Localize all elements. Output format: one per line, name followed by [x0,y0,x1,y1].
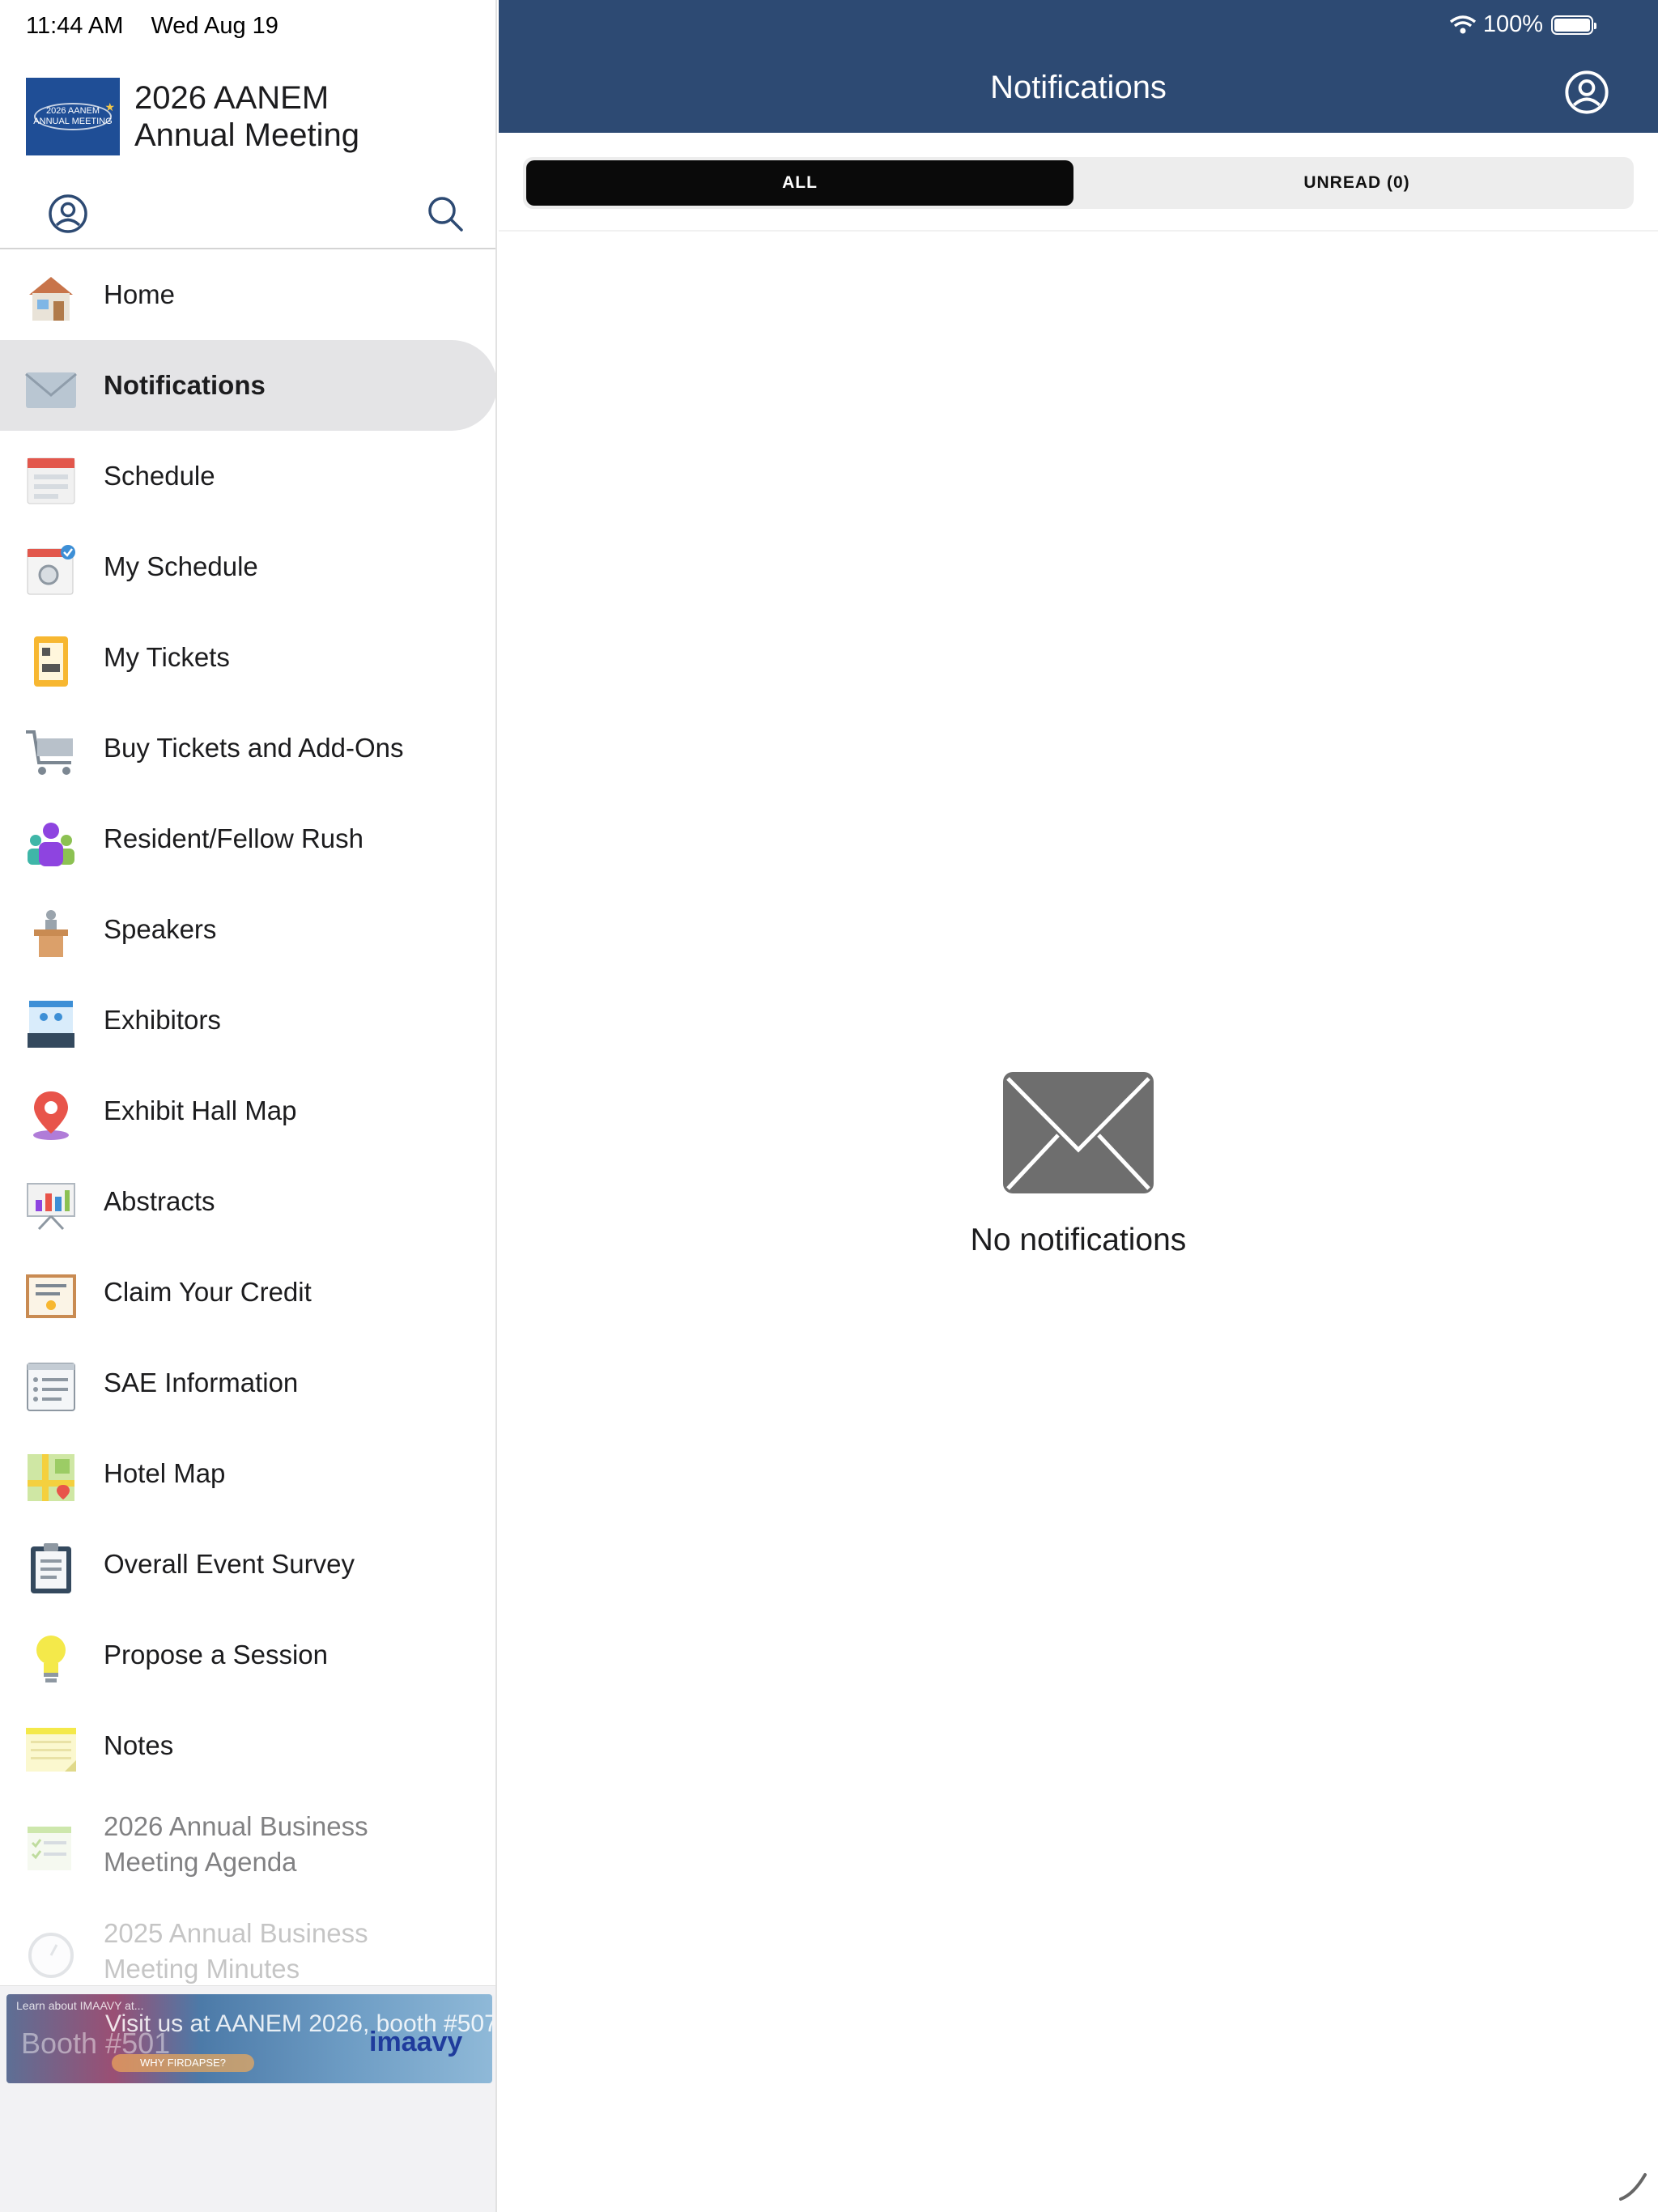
document-list-icon [27,1363,75,1411]
sidebar-footer: Learn about IMAAVY at... Booth #501 Visi… [0,1985,495,2212]
clock-icon [28,1933,74,1978]
sponsor-banner[interactable]: Learn about IMAAVY at... Booth #501 Visi… [6,1994,492,2083]
search-icon[interactable] [421,189,470,238]
page-title: Notifications [990,70,1167,105]
envelope-icon [25,372,77,408]
empty-state: No notifications [499,1072,1658,1258]
sidebar-item-exhibitors[interactable]: Exhibitors [0,975,495,1066]
people-icon [28,823,74,866]
profile-icon[interactable] [44,189,92,238]
checklist-icon [28,1827,71,1870]
sidebar-item-my-schedule[interactable]: My Schedule [0,521,495,612]
sidebar-item-notes[interactable]: Notes [0,1700,495,1791]
sidebar-item-abstracts[interactable]: Abstracts [0,1156,495,1247]
presentation-icon [27,1183,75,1231]
booth-icon [28,1001,74,1048]
empty-state-label: No notifications [970,1223,1187,1257]
main-panel: 100% Notifications ALL UNREAD (0) No not… [499,0,1658,2212]
notification-filter-tabs: ALL UNREAD (0) [523,157,1634,209]
sidebar-item-exhibit-hall-map[interactable]: Exhibit Hall Map [0,1066,495,1156]
app-logo: ★ 2026 AANEM ANNUAL MEETING [26,78,120,155]
sidebar-item-hotel-map[interactable]: Hotel Map [0,1428,495,1519]
app-header: ★ 2026 AANEM ANNUAL MEETING 2026 AANEM A… [26,78,377,155]
sidebar-item-propose-a-session[interactable]: Propose a Session [0,1610,495,1700]
scroll-indicator-icon [1619,2173,1647,2201]
sidebar-item-speakers[interactable]: Speakers [0,884,495,975]
battery-icon [1551,15,1596,35]
sidebar-item-buy-tickets[interactable]: Buy Tickets and Add-Ons [0,703,495,793]
cart-icon [26,730,73,775]
status-bar-right: 100% [1449,11,1596,38]
sidebar-item-resident-fellow-rush[interactable]: Resident/Fellow Rush [0,793,495,884]
calendar-check-icon [27,545,75,595]
account-icon[interactable] [1564,70,1609,115]
sidebar: 11:44 AM Wed Aug 19 ★ 2026 AANEM ANNUAL … [0,0,497,2212]
status-time: 11:44 AM [26,13,124,39]
house-icon [29,277,73,321]
sidebar-item-sae-information[interactable]: SAE Information [0,1338,495,1428]
tab-all[interactable]: ALL [526,160,1073,206]
battery-percentage: 100% [1482,11,1543,37]
clipboard-icon [31,1543,71,1593]
map-pin-icon [33,1091,69,1140]
sidebar-item-claim-your-credit[interactable]: Claim Your Credit [0,1247,495,1338]
divider [499,230,1658,232]
podium-icon [34,910,68,957]
tab-unread[interactable]: UNREAD (0) [1083,160,1630,206]
status-bar-left: 11:44 AM Wed Aug 19 [26,13,278,40]
sidebar-item-my-tickets[interactable]: My Tickets [0,612,495,703]
lightbulb-icon [36,1636,66,1682]
status-date: Wed Aug 19 [151,13,278,39]
wifi-icon [1449,15,1476,33]
sidebar-item-notifications[interactable]: Notifications [0,340,495,431]
sidebar-item-business-meeting-agenda[interactable]: 2026 Annual Business Meeting Agenda [0,1791,495,1898]
ticket-icon [34,636,68,687]
certificate-icon [26,1274,76,1318]
app-title: 2026 AANEM Annual Meeting [134,80,359,153]
banner-pill: WHY FIRDAPSE? [112,2054,254,2072]
sidebar-menu: Home Notifications Schedule My Schedule … [0,249,495,2005]
map-icon [28,1454,74,1501]
sidebar-item-schedule[interactable]: Schedule [0,431,495,521]
navigation-bar: 100% Notifications [499,0,1658,133]
notepad-icon [26,1728,76,1772]
sidebar-item-overall-event-survey[interactable]: Overall Event Survey [0,1519,495,1610]
banner-brand: imaavy [369,2027,463,2057]
calendar-icon [27,457,75,504]
envelope-icon [1003,1072,1154,1193]
sidebar-toolbar [0,180,495,249]
sidebar-item-home[interactable]: Home [0,249,495,340]
